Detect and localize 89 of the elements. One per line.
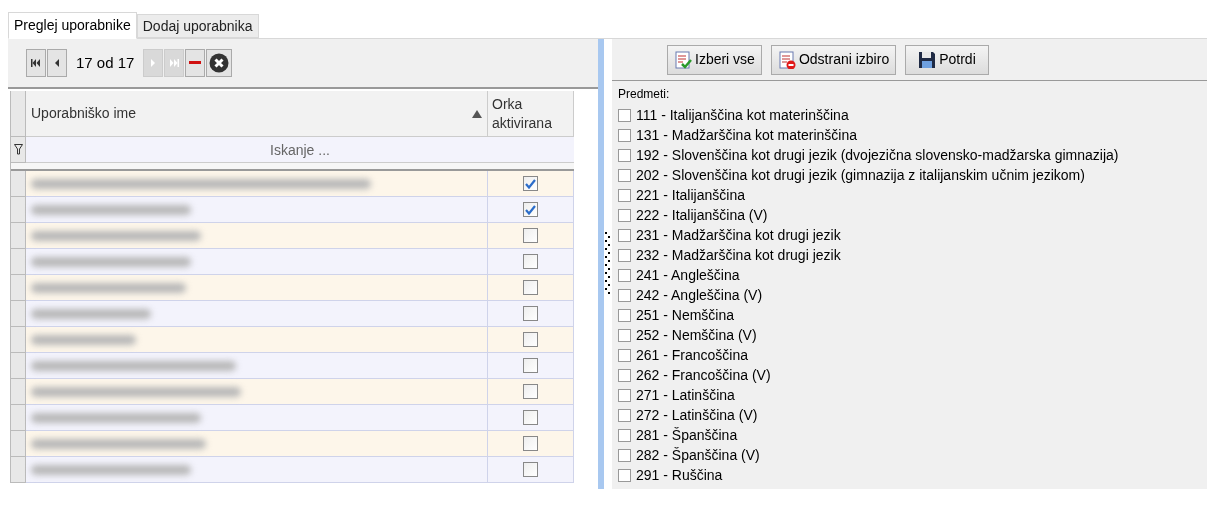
checkbox-label[interactable]: 131 - Madžarščina kot materinščina [636, 124, 857, 146]
checkbox[interactable] [523, 462, 538, 477]
checkbox[interactable] [618, 448, 631, 462]
checkbox[interactable] [618, 128, 631, 142]
row-header[interactable] [11, 223, 26, 249]
checkbox-label[interactable]: 242 - Angleščina (V) [636, 284, 763, 306]
checkbox-label[interactable]: 282 - Španščina (V) [636, 444, 760, 466]
checkbox[interactable] [618, 188, 631, 202]
checkbox-label[interactable]: 221 - Italijanščina [636, 184, 745, 206]
checkbox[interactable] [618, 208, 631, 222]
checkbox-label[interactable]: 281 - Španščina [636, 424, 738, 446]
checkbox[interactable] [523, 436, 538, 451]
section-label: Predmeti: [618, 87, 671, 101]
first-page-icon [31, 58, 41, 68]
checkbox[interactable] [618, 368, 631, 382]
checkbox[interactable] [523, 410, 538, 425]
checkbox-label[interactable]: 252 - Nemščina (V) [636, 324, 757, 346]
close-icon [209, 53, 230, 73]
checkbox[interactable] [618, 388, 631, 402]
checkbox[interactable] [618, 468, 631, 482]
checkbox[interactable] [618, 248, 631, 262]
checkbox[interactable] [618, 328, 631, 342]
checkbox[interactable] [618, 308, 631, 322]
checkbox-label[interactable]: 271 - Latinščina [636, 384, 735, 406]
first-page-button[interactable] [26, 49, 46, 77]
filter-icon [13, 144, 23, 155]
checkbox[interactable] [618, 168, 631, 182]
row-header[interactable] [11, 275, 26, 301]
checkbox-label[interactable]: 222 - Italijanščina (V) [636, 204, 768, 226]
checkbox-label[interactable]: 241 - Angleščina [636, 264, 740, 286]
checkbox[interactable] [523, 202, 538, 217]
clear-selection-button[interactable]: Odstrani izbiro [770, 44, 897, 75]
checkbox[interactable] [523, 332, 538, 347]
checkbox[interactable] [618, 408, 631, 422]
row-header[interactable] [11, 353, 26, 379]
column-title: Uporabniško ime [31, 104, 137, 123]
checkbox-label[interactable]: 261 - Francoščina [636, 344, 749, 366]
splitter[interactable] [598, 39, 612, 489]
save-button[interactable]: Potrdi [905, 44, 989, 75]
checkbox[interactable] [618, 148, 631, 162]
checkbox[interactable] [618, 108, 631, 122]
checkbox[interactable] [523, 358, 538, 373]
checkbox[interactable] [618, 348, 631, 362]
row-header[interactable] [11, 197, 26, 223]
checkbox[interactable] [523, 228, 538, 243]
checkbox[interactable] [618, 288, 631, 302]
checkbox-label[interactable]: 262 - Francoščina (V) [636, 364, 771, 386]
row-header[interactable] [11, 327, 26, 353]
row-header[interactable] [11, 405, 26, 431]
row-header[interactable] [11, 379, 26, 405]
checkbox[interactable] [523, 176, 538, 191]
checkbox[interactable] [618, 228, 631, 242]
checkbox[interactable] [618, 428, 631, 442]
row-header[interactable] [11, 301, 26, 327]
checkbox-label[interactable]: 111 - Italijanščina kot materinščina [636, 104, 849, 126]
checkmark-icon [525, 178, 536, 189]
checkmark-icon [525, 204, 536, 215]
checklist-icon [674, 50, 692, 69]
checkbox-label[interactable]: 291 - Ruščina [636, 464, 723, 486]
checkbox[interactable] [523, 384, 538, 399]
checkbox[interactable] [523, 254, 538, 269]
row-header[interactable] [11, 249, 26, 275]
previous-page-button[interactable] [47, 49, 67, 77]
row-header[interactable] [11, 457, 26, 483]
column-header[interactable]: Orka aktivirana [488, 91, 574, 137]
row-header[interactable] [11, 431, 26, 457]
remove-button[interactable] [185, 49, 206, 77]
document-remove-icon [777, 50, 796, 69]
checkbox[interactable] [618, 268, 631, 282]
tab[interactable]: Preglej uporabnike [8, 12, 137, 39]
search-field[interactable]: Iskanje ... [26, 137, 574, 163]
checkbox-label[interactable]: 231 - Madžarščina kot drugi jezik [636, 224, 841, 246]
close-button[interactable] [206, 49, 233, 77]
row-header[interactable] [11, 171, 26, 197]
checkbox[interactable] [523, 306, 538, 321]
grip-icon [605, 232, 611, 296]
column-header[interactable]: Uporabniško ime [26, 91, 488, 137]
checkbox-label[interactable]: 192 - Slovenščina kot drugi jezik (dvojezična slovensko-madžarska gimnazija) [636, 144, 1119, 166]
checkbox[interactable] [523, 280, 538, 295]
minus-icon [189, 61, 202, 65]
checkbox-label[interactable]: 232 - Madžarščina kot drugi jezik [636, 244, 841, 266]
checkbox-label[interactable]: 272 - Latinščina (V) [636, 404, 758, 426]
page-counter: 17 od 17 [75, 52, 136, 73]
column-title: Orka aktivirana [492, 94, 553, 133]
checkbox-label[interactable]: 202 - Slovenščina kot drugi jezik (gimnazija z italijanskim učnim jezikom) [636, 164, 1085, 186]
last-page-icon [169, 58, 180, 68]
checkbox-label[interactable]: 251 - Nemščina [636, 304, 735, 326]
select-all-button[interactable]: Izberi vse [667, 44, 762, 75]
tab[interactable]: Dodaj uporabnika [136, 14, 259, 38]
